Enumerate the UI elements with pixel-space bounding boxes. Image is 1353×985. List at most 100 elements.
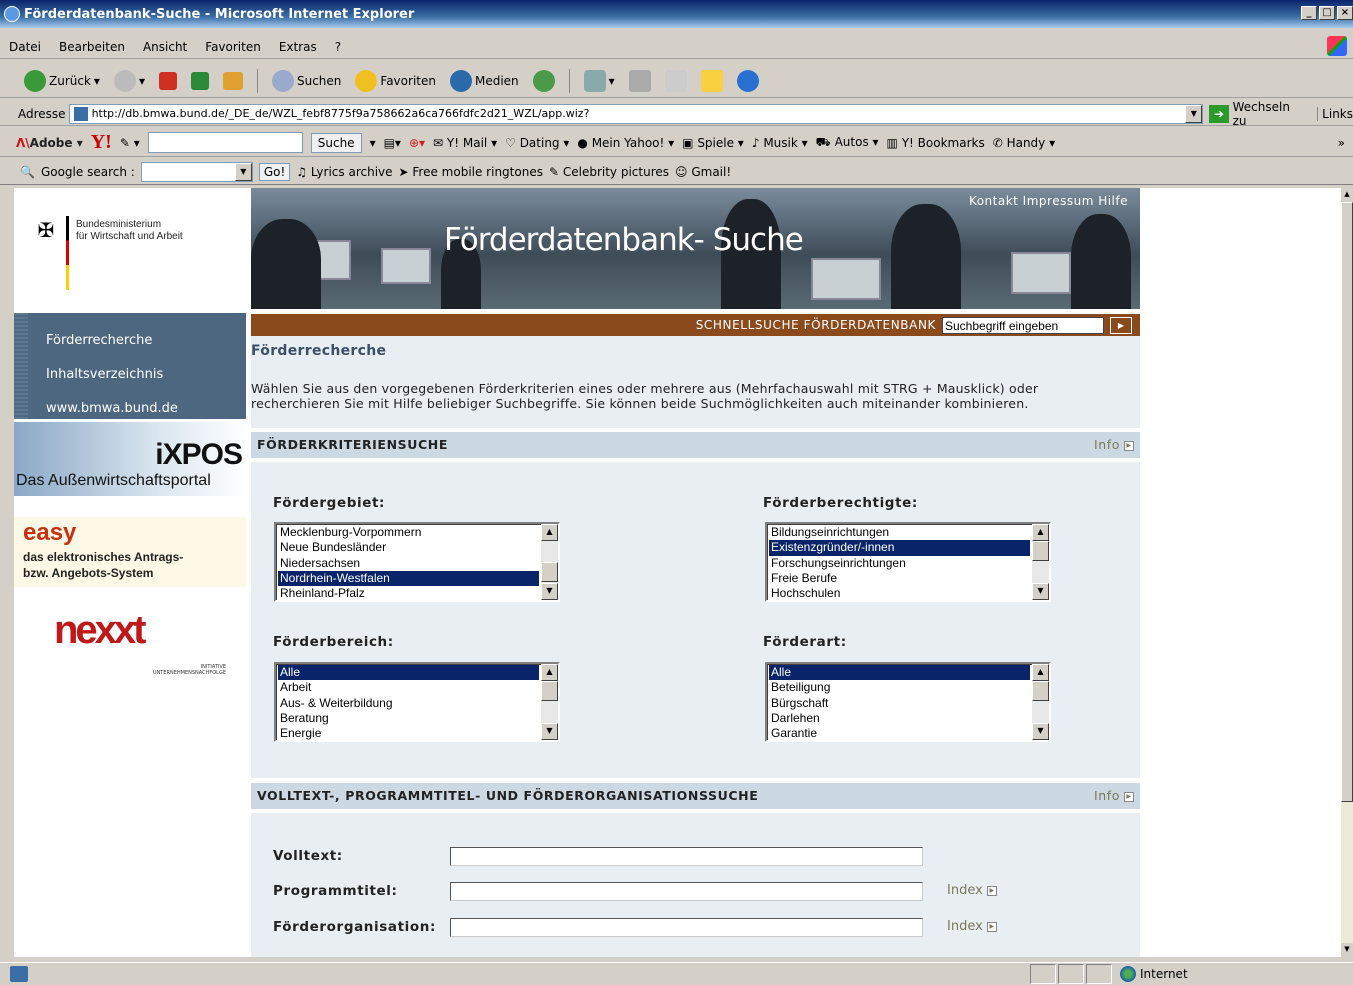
programmtitel-input[interactable] [450, 882, 923, 901]
address-dropdown-button[interactable]: ▼ [1185, 104, 1203, 123]
organisation-index-link[interactable]: Index ▶ [947, 919, 997, 934]
yahoo-more-button[interactable]: » [1338, 136, 1345, 150]
sf-button[interactable] [733, 69, 763, 92]
scroll-thumb[interactable] [1032, 541, 1049, 561]
edit-button[interactable] [661, 69, 691, 92]
yahoo-target-icon[interactable]: ⊕▾ [409, 136, 425, 150]
list-option[interactable]: Arbeit [278, 680, 539, 695]
ringtones-link[interactable]: ➤ Free mobile ringtones [399, 165, 543, 179]
yahoo-pen-icon[interactable]: ✎ ▾ [120, 136, 140, 150]
close-button[interactable]: × [1337, 6, 1353, 20]
scroll-down-icon[interactable]: ▼ [541, 723, 558, 740]
yahoo-highlight-icon[interactable]: ▤▾ [384, 136, 401, 150]
yahoo-autos-button[interactable]: ⛟ Autos ▾ [816, 135, 879, 151]
list-option[interactable]: Hochschulen [769, 586, 1030, 600]
list-option[interactable]: Existenzgründer/-innen [769, 540, 1030, 556]
adobe-button[interactable]: Λ\Adobe ▾ [16, 136, 83, 150]
gmail-link[interactable]: ☺ Gmail! [675, 165, 731, 179]
links-button[interactable]: Links [1317, 106, 1353, 121]
menu-ansicht[interactable]: Ansicht [134, 40, 196, 54]
google-search-input[interactable]: ▼ [140, 161, 253, 182]
back-button[interactable]: Zurück ▾ [20, 69, 104, 92]
minimize-button[interactable]: _ [1301, 6, 1317, 20]
list-option[interactable]: Beteiligung [769, 680, 1030, 695]
list-option[interactable]: Neue Bundesländer [278, 540, 539, 555]
lyrics-archive-link[interactable]: ♫ Lyrics archive [296, 165, 392, 179]
menu-extras[interactable]: Extras [270, 40, 326, 54]
list-option[interactable]: Beratung [278, 711, 539, 726]
easy-banner[interactable]: easy das elektronisches Antrags- bzw. An… [14, 517, 246, 587]
list-option[interactable]: Garantie [769, 726, 1030, 740]
go-button[interactable]: ➔ Wechseln zu [1209, 100, 1305, 128]
scroll-thumb[interactable] [541, 681, 558, 701]
list-option[interactable]: Bildungseinrichtungen [769, 525, 1030, 540]
list-option[interactable]: Niedersachsen [278, 556, 539, 571]
yahoo-bookmarks-button[interactable]: ▥ Y! Bookmarks [887, 136, 985, 150]
google-dropdown-button[interactable]: ▼ [234, 162, 252, 181]
menu-bearbeiten[interactable]: Bearbeiten [50, 40, 134, 54]
scroll-thumb[interactable] [1032, 681, 1049, 701]
search-button[interactable]: Suchen [268, 69, 345, 92]
mail-button[interactable]: ▾ [580, 69, 619, 92]
list-option[interactable]: Alle [278, 665, 539, 681]
scroll-up-icon[interactable]: ▲ [1032, 664, 1049, 681]
yahoo-music-button[interactable]: ♪ Musik ▾ [752, 136, 808, 150]
list-option[interactable]: Rheinland-Pfalz [278, 586, 539, 600]
yahoo-logo-icon[interactable]: Y! [91, 131, 112, 154]
list-option[interactable]: Energie [278, 726, 539, 740]
list-option[interactable]: Alle [769, 665, 1030, 681]
foerderart-listbox[interactable]: Alle Beteiligung Bürgschaft Darlehen Garanti… [765, 662, 1051, 742]
listbox-scrollbar[interactable]: ▲ ▼ [1032, 664, 1049, 740]
celebrity-link[interactable]: ✎ Celebrity pictures [549, 165, 669, 179]
scroll-up-icon[interactable]: ▲ [541, 664, 558, 681]
scroll-down-icon[interactable]: ▼ [1032, 583, 1049, 600]
listbox-scrollbar[interactable]: ▲ ▼ [541, 664, 558, 740]
media-button[interactable]: Medien [446, 69, 523, 92]
menu-datei[interactable]: Datei [0, 40, 50, 54]
yahoo-mail-button[interactable]: ✉ Y! Mail ▾ [433, 136, 497, 150]
stop-button[interactable] [155, 71, 181, 90]
nav-inhaltsverzeichnis[interactable]: Inhaltsverzeichnis [46, 367, 163, 382]
scroll-up-icon[interactable]: ▲ [541, 524, 558, 541]
scroll-down-icon[interactable]: ▼ [1032, 723, 1049, 740]
google-go-button[interactable]: Go! [258, 162, 291, 181]
address-input[interactable]: http://db.bmwa.bund.de/_DE_de/WZL_febf87… [68, 103, 1204, 124]
nexxt-logo[interactable]: nexxt INITIATIVE UNTERNEHMENSNACHFOLGE [54, 608, 226, 688]
ixpos-banner[interactable]: iXPOS Das Außenwirtschaftsportal [14, 422, 246, 496]
scroll-down-icon[interactable]: ▼ [1341, 943, 1353, 957]
page-scrollbar[interactable]: ▲ ▼ [1341, 188, 1353, 957]
listbox-scrollbar[interactable]: ▲ ▼ [541, 524, 558, 600]
page-scroll-thumb[interactable] [1341, 202, 1353, 802]
quick-search-input[interactable]: Suchbegriff eingeben [942, 316, 1104, 334]
quick-search-go-icon[interactable]: ▶ [1110, 316, 1132, 334]
favorites-button[interactable]: Favoriten [351, 69, 440, 92]
menu-favoriten[interactable]: Favoriten [196, 40, 270, 54]
programmtitel-index-link[interactable]: Index ▶ [947, 883, 997, 898]
list-option[interactable]: Darlehen [769, 711, 1030, 726]
listbox-scrollbar[interactable]: ▲ ▼ [1032, 524, 1049, 600]
notes-button[interactable] [697, 69, 727, 92]
yahoo-games-button[interactable]: ▣ Spiele ▾ [682, 136, 744, 150]
scroll-up-icon[interactable]: ▲ [1341, 188, 1353, 202]
list-option[interactable]: Nordrhein-Westfalen [278, 570, 539, 587]
foerderberechtigte-listbox[interactable]: Bildungseinrichtungen Existenzgründer/-in… [765, 522, 1051, 602]
scroll-thumb[interactable] [541, 562, 558, 582]
list-option[interactable]: Aus- & Weiterbildung [278, 696, 539, 711]
nav-foerderrecherche[interactable]: Förderrecherche [46, 333, 152, 348]
yahoo-dating-button[interactable]: ♡ Dating ▾ [505, 136, 569, 150]
nav-bmwa-link[interactable]: www.bmwa.bund.de [46, 401, 178, 416]
yahoo-myyahoo-button[interactable]: ● Mein Yahoo! ▾ [577, 136, 674, 150]
organisation-input[interactable] [450, 918, 923, 937]
top-links[interactable]: Kontakt Impressum Hilfe [969, 194, 1128, 208]
refresh-button[interactable] [187, 71, 213, 90]
forward-button[interactable]: ▾ [110, 69, 149, 92]
yahoo-search-input[interactable] [147, 132, 303, 153]
yahoo-search-button[interactable]: Suche [310, 132, 362, 153]
home-button[interactable] [219, 71, 247, 90]
section-criteria-info-link[interactable]: Info ▶ [1094, 432, 1134, 458]
yahoo-handy-button[interactable]: ✆ Handy ▾ [993, 136, 1055, 150]
list-option[interactable]: Mecklenburg-Vorpommern [278, 525, 539, 540]
scroll-down-icon[interactable]: ▼ [541, 583, 558, 600]
yahoo-search-dropdown[interactable]: ▾ [370, 136, 376, 150]
scroll-up-icon[interactable]: ▲ [1032, 524, 1049, 541]
